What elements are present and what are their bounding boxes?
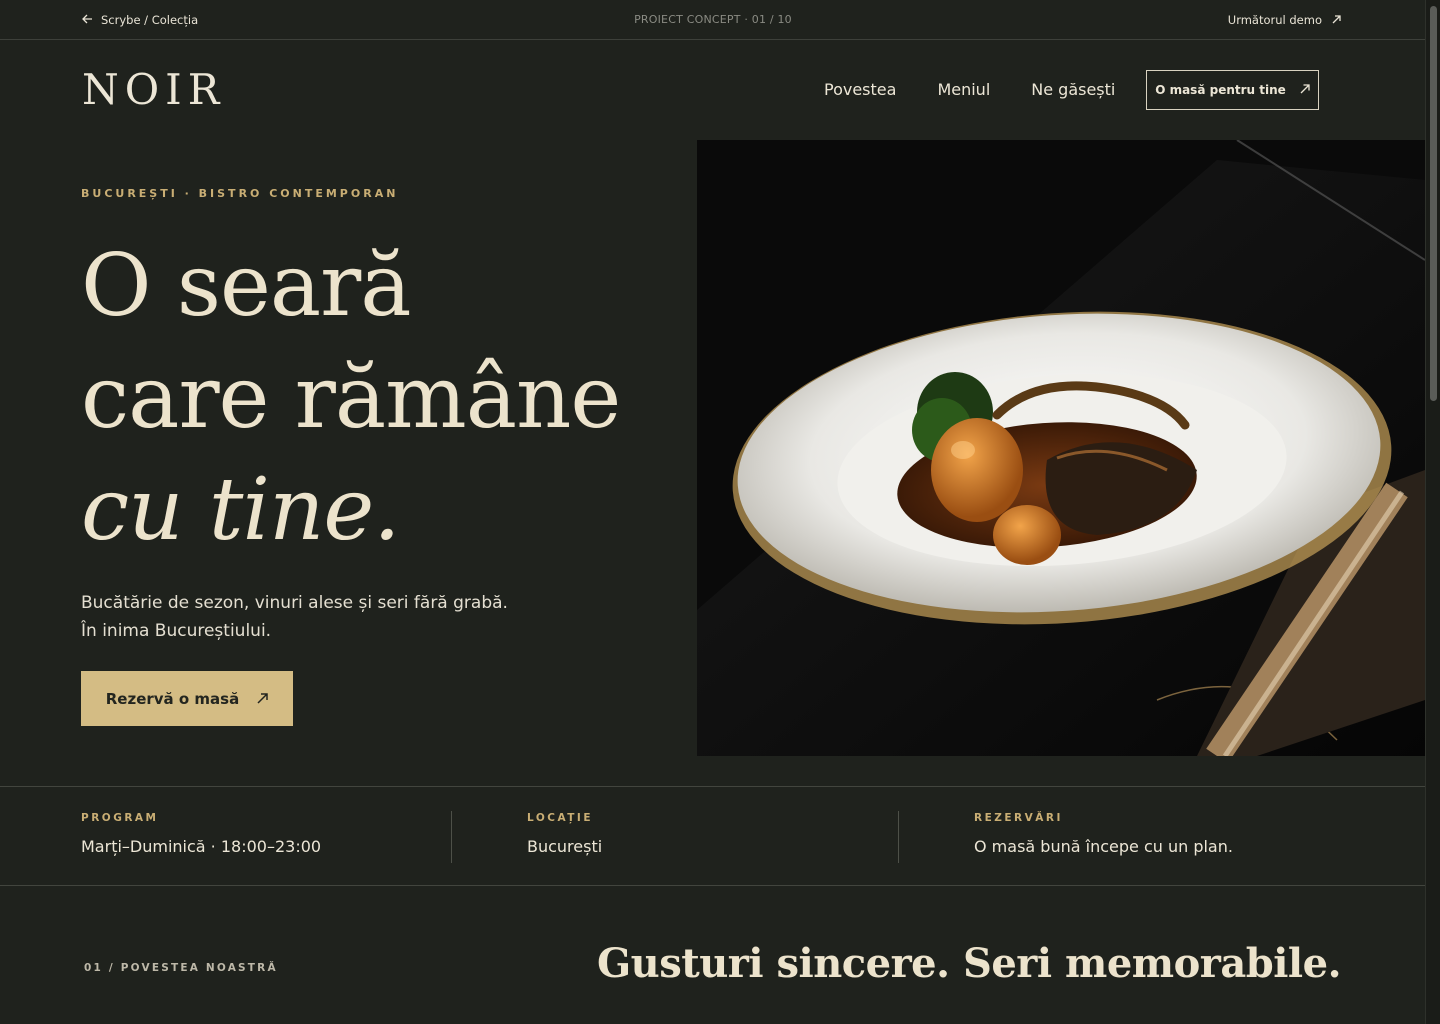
story-section-title: Gusturi sincere. Seri memorabile.: [596, 940, 1342, 987]
hero-description-line-1: Bucătărie de sezon, vinuri alese și seri…: [81, 593, 508, 613]
next-demo-link[interactable]: Următorul demo: [1228, 13, 1341, 27]
scrollbar[interactable]: [1425, 0, 1440, 1024]
info-reservations-value: O masă bună începe cu un plan.: [974, 837, 1233, 856]
hero-description: Bucătărie de sezon, vinuri alese și seri…: [81, 589, 508, 645]
hero-description-line-2: În inima Bucureștiului.: [81, 621, 272, 641]
next-demo-label: Următorul demo: [1227, 12, 1322, 27]
nav-item-meniul[interactable]: Meniul: [937, 80, 990, 99]
info-program: PROGRAM Marți–Duminică · 18:00–23:00: [81, 812, 321, 856]
hero-dish-image: [697, 140, 1425, 756]
arrow-up-right-icon: [1300, 83, 1310, 97]
page: Scrybe / Colecția PROIECT CONCEPT · 01 /…: [0, 0, 1425, 1024]
info-location-label: LOCAȚIE: [527, 812, 594, 824]
headline-line-3: cu tine.: [81, 460, 401, 560]
info-location-value: București: [527, 837, 603, 856]
project-label: PROIECT CONCEPT · 01 / 10: [634, 13, 792, 26]
demo-bar: Scrybe / Colecția PROIECT CONCEPT · 01 /…: [0, 0, 1425, 40]
arrow-up-right-icon: [257, 690, 268, 708]
back-link-label: Scrybe / Colecția: [101, 12, 199, 27]
info-program-label: PROGRAM: [81, 812, 159, 824]
info-reservations-label: REZERVĂRI: [974, 812, 1063, 824]
nav-item-ne-gasesti[interactable]: Ne găsești: [1031, 80, 1115, 99]
info-location: LOCAȚIE București: [527, 812, 602, 856]
arrow-up-right-icon: [1332, 13, 1341, 27]
arrow-left-icon: [82, 13, 93, 27]
back-link[interactable]: Scrybe / Colecția: [82, 13, 198, 27]
nav-item-povestea[interactable]: Povestea: [824, 80, 896, 99]
headline-line-1: O seară: [81, 236, 412, 336]
site-header: NOIR Povestea Meniul Ne găsești O masă p…: [0, 40, 1425, 140]
info-reservations: REZERVĂRI O masă bună începe cu un plan.: [974, 812, 1233, 856]
reserve-table-button[interactable]: O masă pentru tine: [1146, 70, 1319, 110]
info-strip: PROGRAM Marți–Duminică · 18:00–23:00 LOC…: [0, 786, 1425, 886]
reserve-table-button-label: O masă pentru tine: [1155, 83, 1286, 97]
info-divider: [451, 811, 452, 863]
info-program-value: Marți–Duminică · 18:00–23:00: [81, 837, 322, 856]
book-table-button-label: Rezervă o masă: [105, 689, 240, 708]
logo[interactable]: NOIR: [82, 65, 225, 114]
book-table-button[interactable]: Rezervă o masă: [81, 671, 293, 726]
main-nav: Povestea Meniul Ne găsești: [824, 80, 1115, 99]
story-section-label: 01 / POVESTEA NOASTRĂ: [84, 962, 278, 974]
info-divider: [898, 811, 899, 863]
hero-kicker: BUCUREȘTI · BISTRO CONTEMPORAN: [81, 187, 399, 200]
headline-line-2: care rămâne: [81, 348, 621, 448]
scrollbar-thumb[interactable]: [1430, 6, 1437, 401]
hero-headline: O seară care rămâne cu tine.: [81, 230, 621, 566]
